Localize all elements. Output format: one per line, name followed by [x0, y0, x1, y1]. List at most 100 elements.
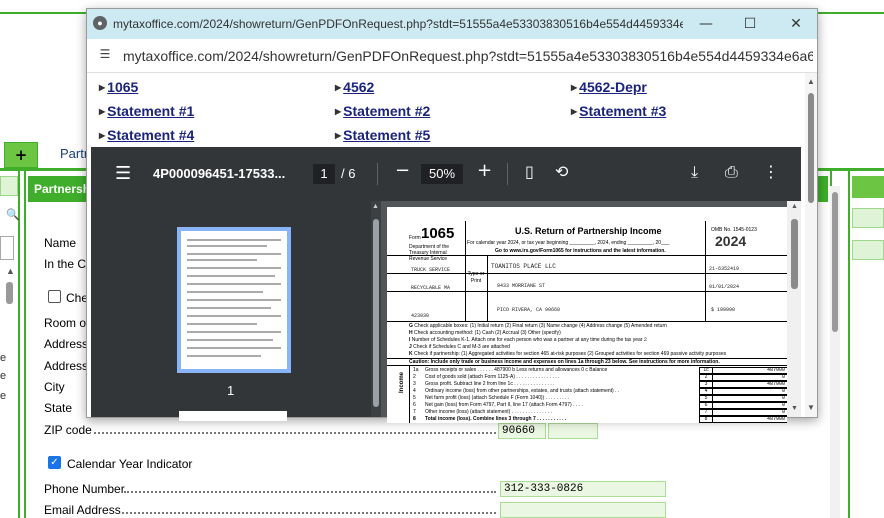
line-box: 4: [699, 388, 713, 395]
download-icon[interactable]: ⤓: [691, 162, 698, 182]
close-button[interactable]: ✕: [785, 13, 807, 35]
right-panel-field[interactable]: [852, 208, 884, 228]
link-statement-5[interactable]: ▶ Statement #5: [335, 127, 430, 143]
check-checkbox[interactable]: [48, 290, 61, 303]
maximize-button[interactable]: ☐: [739, 13, 761, 35]
link-statement-1[interactable]: ▶ Statement #1: [99, 103, 194, 119]
tax-year: 2024: [715, 233, 747, 249]
screen: + Partn 🔍 ▲ e e e Partnersh Name In the …: [0, 0, 884, 518]
calendar-year-checkbox[interactable]: ✓: [48, 456, 61, 469]
line-value: 0: [713, 402, 787, 409]
pdf-popup-window: ● mytaxoffice.com/2024/showreturn/GenPDF…: [86, 8, 818, 423]
leader-dots: [124, 483, 496, 493]
row-j: Check if Schedules C and M-3 are attache…: [413, 344, 510, 350]
section-title: Partnersh: [34, 182, 91, 196]
row-i: Number of Schedules K-1. Attach one for …: [411, 337, 643, 343]
phone-field[interactable]: 312-333-0826: [500, 481, 666, 497]
arrow-right-icon: ▶: [99, 131, 106, 140]
left-search-input[interactable]: [0, 236, 14, 260]
scroll-down-icon[interactable]: ▼: [807, 403, 815, 412]
print-icon[interactable]: ⎙: [725, 162, 738, 182]
zoom-level-input[interactable]: 50%: [421, 164, 463, 184]
popup-scrollbar-thumb[interactable]: [808, 93, 814, 203]
email-field[interactable]: [500, 502, 666, 518]
thumbnail-scrollbar[interactable]: ▲: [371, 201, 381, 417]
line-text: Net farm profit (loss) (attach Schedule …: [425, 395, 570, 401]
form-rule: [387, 365, 787, 366]
scroll-up-icon[interactable]: ▲: [807, 77, 815, 86]
line-box: 2: [699, 374, 713, 381]
line-text: Gross profit. Subtract line 2 from line …: [425, 381, 555, 387]
scroll-down-icon[interactable]: ▼: [791, 405, 798, 412]
line-value: 0: [713, 374, 787, 381]
link-statement-4[interactable]: ▶ Statement #4: [99, 127, 194, 143]
popup-scrollbar[interactable]: ▲ ▼: [805, 73, 817, 417]
link-4562-depr[interactable]: ▶ 4562-Depr: [571, 79, 647, 95]
form-rule: [705, 221, 706, 321]
form-rule: [409, 365, 410, 423]
name-label: Name: [44, 236, 77, 250]
toolbar-divider: [507, 163, 508, 185]
address1-label: Address: [44, 337, 89, 351]
link-4562[interactable]: ▶ 4562: [335, 79, 374, 95]
page-scrollbar[interactable]: ▲ ▼: [787, 201, 801, 417]
zoom-in-button[interactable]: +: [477, 160, 492, 181]
email-label: Email Address: [44, 503, 121, 517]
zoom-out-button[interactable]: −: [395, 160, 410, 181]
line-text: Cost of goods sold (attach Form 1125-A) …: [425, 374, 560, 380]
left-edge-text: e: [0, 370, 7, 382]
street-address: 9433 MORRIANE ST: [497, 283, 546, 289]
line-number: 8: [413, 416, 416, 422]
principal-activity: TRUCK SERVICE: [411, 267, 451, 273]
city-state-zip: PICO RIVERA, CA 90660: [497, 307, 561, 313]
row-h: Check accounting method: (1) Cash (2) Ac…: [414, 330, 561, 336]
line-value: 0: [713, 409, 787, 416]
page-thumbnail[interactable]: [177, 227, 291, 373]
link-statement-2[interactable]: ▶ Statement #2: [335, 103, 430, 119]
scroll-up-icon[interactable]: ▲: [372, 203, 379, 210]
toolbar-divider: [377, 163, 378, 185]
line-box: 5: [699, 395, 713, 402]
menu-icon[interactable]: ☰: [115, 163, 131, 184]
add-tab-button[interactable]: +: [4, 142, 38, 168]
line-value: 487900: [713, 367, 787, 374]
line-number: 2: [413, 374, 416, 380]
left-scrollbar-thumb[interactable]: [6, 282, 13, 304]
form-instructions: Go to www.irs.gov/Form1065 for instructi…: [495, 248, 666, 254]
pdf-filename: 4P000096451-17533...: [153, 166, 286, 181]
window-titlebar[interactable]: ● mytaxoffice.com/2024/showreturn/GenPDF…: [87, 9, 817, 39]
form-rule: [487, 255, 488, 321]
line-text: Other income (loss) (attach statement) .…: [425, 409, 552, 415]
address-url[interactable]: mytaxoffice.com/2024/showreturn/GenPDFOn…: [123, 48, 813, 64]
phone-label: Phone Number: [44, 482, 125, 496]
arrow-right-icon: ▶: [571, 107, 578, 116]
form-title: U.S. Return of Partnership Income: [515, 226, 662, 236]
rotate-icon[interactable]: ⟲: [555, 162, 568, 181]
zip-label: ZIP code: [44, 423, 92, 437]
income-section-label: Income: [399, 371, 405, 393]
left-panel-header: [0, 176, 18, 196]
line-box: 6: [699, 402, 713, 409]
chevron-up-icon[interactable]: ▲: [6, 266, 15, 276]
link-statement-3[interactable]: ▶ Statement #3: [571, 103, 666, 119]
page-number-input[interactable]: 1: [313, 164, 335, 184]
line-text: Gross receipts or sales . . . . . . 4879…: [425, 367, 608, 373]
line-text: Total income (loss). Combine lines 3 thr…: [425, 416, 567, 422]
right-panel-field[interactable]: [852, 240, 884, 260]
site-settings-icon[interactable]: ☰: [95, 47, 115, 65]
fit-page-icon[interactable]: ▯: [525, 162, 534, 181]
minimize-button[interactable]: —: [695, 13, 717, 35]
scroll-up-icon[interactable]: ▲: [791, 203, 798, 210]
page-scrollbar-thumb[interactable]: [791, 219, 798, 289]
link-1065[interactable]: ▶ 1065: [99, 79, 138, 95]
line-number: 5: [413, 395, 416, 401]
thumbnail-scrollbar-thumb[interactable]: [373, 219, 379, 407]
more-options-icon[interactable]: ⋮: [763, 162, 779, 181]
address-bar[interactable]: ☰ mytaxoffice.com/2024/showreturn/GenPDF…: [87, 39, 817, 73]
zip-extension-field[interactable]: [548, 423, 598, 439]
page-thumbnail[interactable]: [179, 411, 287, 421]
search-icon[interactable]: 🔍: [6, 208, 20, 221]
zip-field[interactable]: 90660: [498, 423, 546, 439]
form-rule: [387, 291, 787, 292]
main-scrollbar-thumb[interactable]: [832, 192, 838, 332]
